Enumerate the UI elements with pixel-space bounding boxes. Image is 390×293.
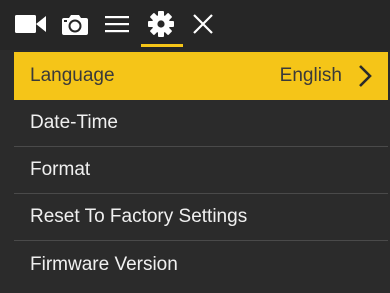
menu-item-reset-factory[interactable]: Reset To Factory Settings bbox=[14, 194, 388, 241]
menu-lines-icon[interactable] bbox=[104, 8, 130, 40]
top-toolbar bbox=[0, 0, 390, 50]
menu-item-firmware-version[interactable]: Firmware Version bbox=[14, 241, 388, 288]
active-tab-indicator bbox=[141, 44, 183, 47]
menu-item-label: Date-Time bbox=[30, 112, 118, 133]
menu-item-label: Language bbox=[30, 65, 115, 86]
menu-item-language[interactable]: Language English bbox=[14, 52, 388, 100]
menu-item-date-time[interactable]: Date-Time bbox=[14, 100, 388, 147]
settings-menu: Language English Date-Time Format Reset … bbox=[14, 52, 388, 288]
menu-item-label: Format bbox=[30, 159, 91, 180]
menu-item-label: Reset To Factory Settings bbox=[30, 206, 248, 227]
chevron-right-icon bbox=[358, 52, 372, 100]
photo-camera-icon[interactable] bbox=[60, 8, 90, 40]
close-icon[interactable] bbox=[190, 8, 216, 40]
menu-item-format[interactable]: Format bbox=[14, 147, 388, 194]
gear-icon[interactable] bbox=[146, 8, 176, 40]
settings-screen: Language English Date-Time Format Reset … bbox=[0, 0, 390, 293]
video-camera-icon[interactable] bbox=[14, 8, 48, 40]
menu-item-label: Firmware Version bbox=[30, 253, 178, 275]
language-value: English bbox=[279, 65, 342, 86]
